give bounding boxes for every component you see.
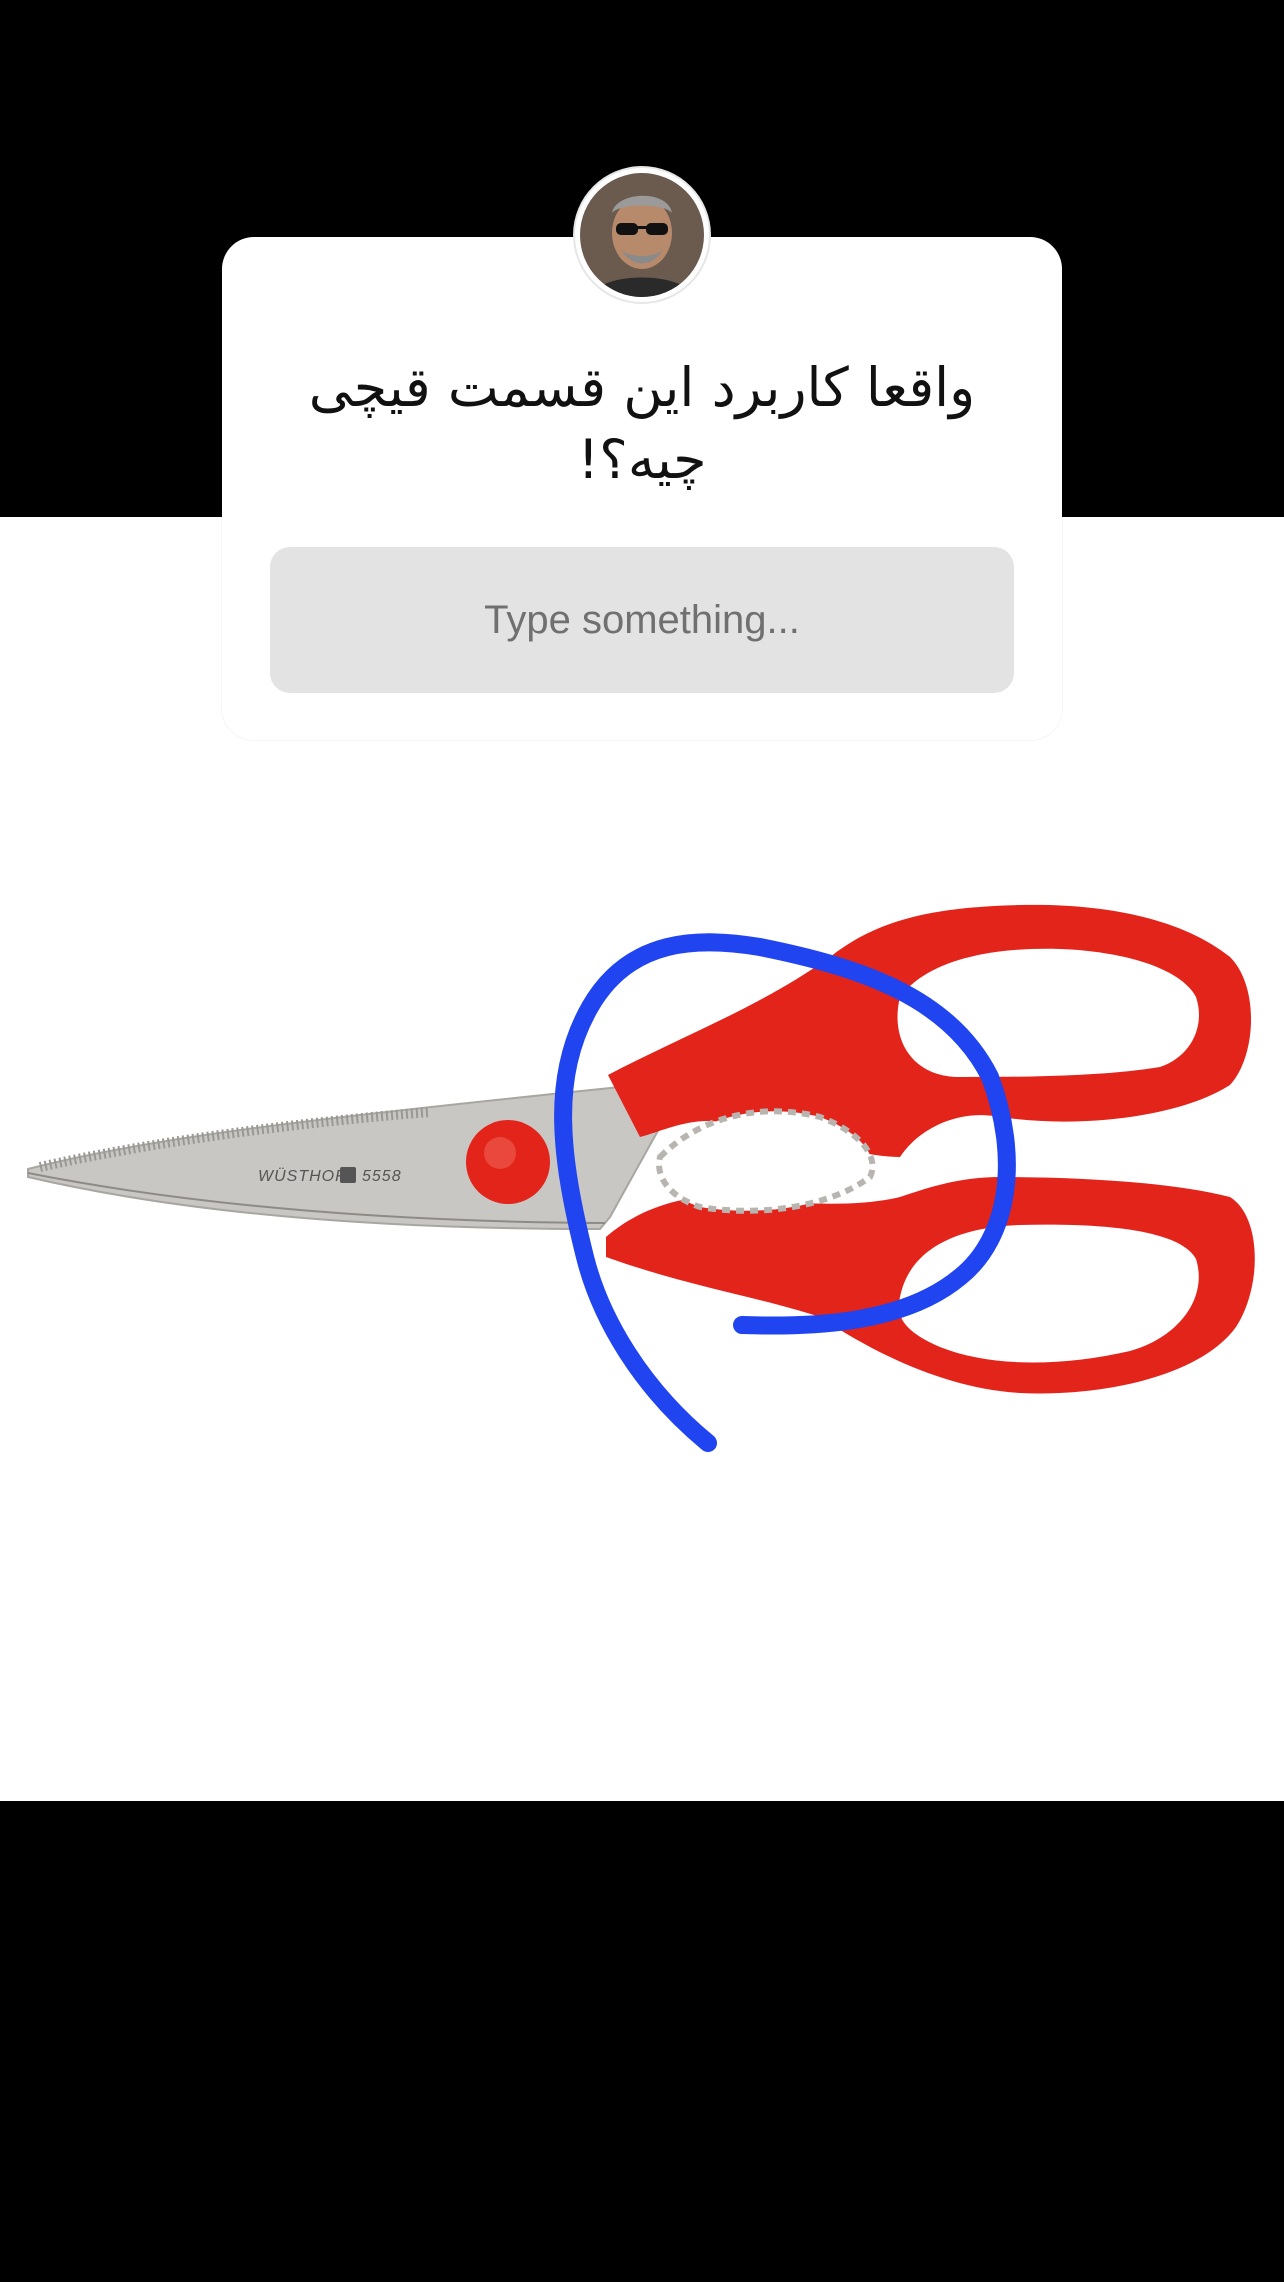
question-text: واقعا کاربرد این قسمت قیچی چیه؟!	[308, 356, 976, 491]
reply-placeholder: Type something...	[484, 597, 800, 642]
avatar[interactable]	[575, 168, 709, 302]
wusthof-logo-icon	[340, 1167, 356, 1183]
reply-input[interactable]: Type something...	[270, 547, 1014, 693]
bottom-background	[0, 1801, 1284, 2282]
brand-text: WÜSTHOF	[258, 1167, 346, 1185]
profile-photo	[580, 173, 704, 297]
model-text: 5558	[362, 1168, 402, 1185]
story-canvas: WÜSTHOF 5558 واقعا کاربرد این قسمت قیچی …	[0, 0, 1284, 2282]
